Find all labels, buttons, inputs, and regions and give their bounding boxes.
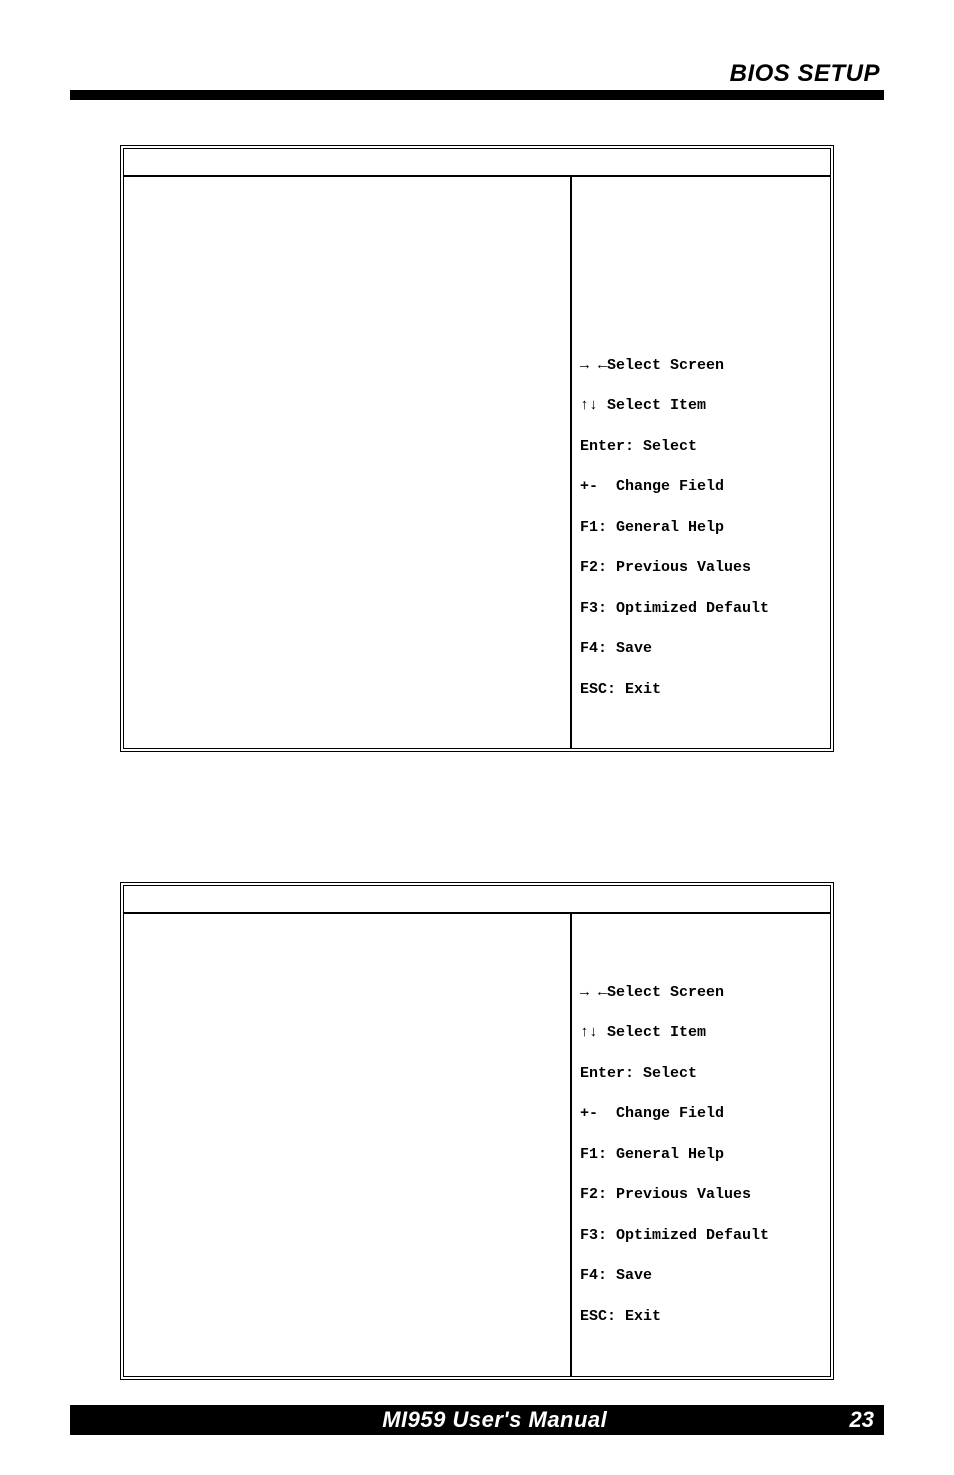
spacer bbox=[580, 205, 822, 335]
help-line: F4: Save bbox=[580, 639, 822, 659]
bios-box-2-header bbox=[124, 886, 830, 914]
bios-box-1-help: → ←Select Screen ↑↓ Select Item Enter: S… bbox=[570, 177, 830, 748]
footer-manual-title: MI959 User's Manual bbox=[382, 1407, 607, 1433]
bios-box-1-body: → ←Select Screen ↑↓ Select Item Enter: S… bbox=[124, 177, 830, 748]
footer-row: MI959 User's Manual 23 bbox=[70, 1405, 884, 1435]
help-line: +- Change Field bbox=[580, 477, 822, 497]
header-thin-bar bbox=[70, 96, 884, 99]
footer: MI959 User's Manual 23 bbox=[70, 1405, 884, 1435]
help-line: F2: Previous Values bbox=[580, 558, 822, 578]
bios-box-2-body: → ←Select Screen ↑↓ Select Item Enter: S… bbox=[124, 914, 830, 1375]
spacer bbox=[580, 943, 822, 963]
help-line: Enter: Select bbox=[580, 437, 822, 457]
help-line: F2: Previous Values bbox=[580, 1185, 822, 1205]
help-line: ESC: Exit bbox=[580, 1307, 822, 1327]
help-line: F1: General Help bbox=[580, 1145, 822, 1165]
help-line: → ←Select Screen bbox=[580, 983, 822, 1003]
page-content: → ←Select Screen ↑↓ Select Item Enter: S… bbox=[70, 105, 884, 1405]
help-line: Enter: Select bbox=[580, 1064, 822, 1084]
help-line: F3: Optimized Default bbox=[580, 1226, 822, 1246]
help-line: ESC: Exit bbox=[580, 680, 822, 700]
footer-page-number: 23 bbox=[850, 1407, 874, 1433]
bios-box-1-header bbox=[124, 149, 830, 177]
bios-box-2-left bbox=[124, 914, 570, 1375]
header-title: BIOS SETUP bbox=[70, 60, 884, 88]
help-line: F3: Optimized Default bbox=[580, 599, 822, 619]
bios-box-1-left bbox=[124, 177, 570, 748]
help-line: +- Change Field bbox=[580, 1104, 822, 1124]
bios-box-2: → ←Select Screen ↑↓ Select Item Enter: S… bbox=[120, 882, 834, 1379]
help-line: F1: General Help bbox=[580, 518, 822, 538]
help-line: ↑↓ Select Item bbox=[580, 396, 822, 416]
help-line: F4: Save bbox=[580, 1266, 822, 1286]
header-title-text: BIOS SETUP bbox=[730, 60, 880, 87]
help-line: ↑↓ Select Item bbox=[580, 1023, 822, 1043]
help-line: → ←Select Screen bbox=[580, 356, 822, 376]
bios-box-1: → ←Select Screen ↑↓ Select Item Enter: S… bbox=[120, 145, 834, 752]
bios-box-2-help: → ←Select Screen ↑↓ Select Item Enter: S… bbox=[570, 914, 830, 1375]
